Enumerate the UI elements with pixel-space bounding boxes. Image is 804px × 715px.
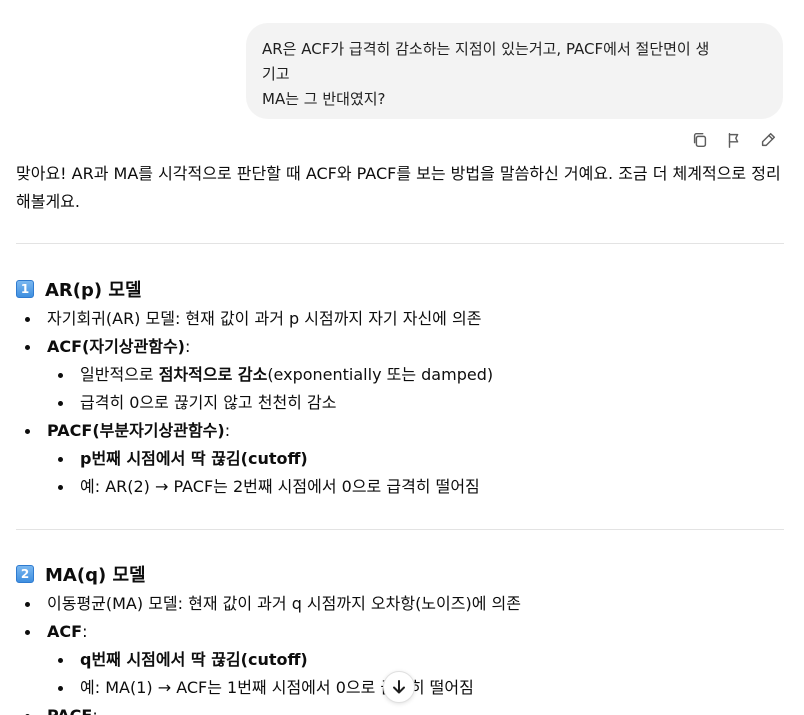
ar-section: 1 AR(p) 모델 자기회귀(AR) 모델: 현재 값이 과거 p 시점까지 … [16, 275, 784, 501]
ar-acf-item-text: 급격히 0으로 끊기지 않고 천천히 감소 [80, 393, 337, 412]
ar-definition: 자기회귀(AR) 모델: 현재 값이 과거 p 시점까지 자기 자신에 의존 [47, 309, 482, 328]
ma-pacf-label: PACF [47, 706, 92, 715]
ar-pacf-item-text: 예: AR(2) → PACF는 2번째 시점에서 0으로 급격히 떨어짐 [80, 477, 480, 496]
user-message-bubble: AR은 ACF가 급격히 감소하는 지점이 있는거고, PACF에서 절단면이 … [246, 23, 783, 119]
list-item: PACF: [16, 702, 784, 715]
ar-list: 자기회귀(AR) 모델: 현재 값이 과거 p 시점까지 자기 자신에 의존 A… [16, 305, 784, 501]
list-item: 일반적으로 점차적으로 감소(exponentially 또는 damped) [16, 361, 784, 389]
list-item: ACF: [16, 618, 784, 646]
flag-icon[interactable] [724, 130, 744, 150]
assistant-intro-text: 맞아요! AR과 MA를 시각적으로 판단할 때 ACF와 PACF를 보는 방… [16, 164, 781, 211]
list-item: ACF(자기상관함수): [16, 333, 784, 361]
list-item: PACF(부분자기상관함수): [16, 417, 784, 445]
arrow-down-icon [393, 680, 405, 694]
section-divider [16, 243, 784, 244]
list-item: 이동평균(MA) 모델: 현재 값이 과거 q 시점까지 오차항(노이즈)에 의… [16, 590, 784, 618]
ar-pacf-label: PACF(부분자기상관함수) [47, 421, 225, 440]
ar-acf-item-bold: 점차적으로 감소 [158, 365, 268, 384]
ar-pacf-item-bold: p번째 시점에서 딱 끊김(cutoff) [80, 449, 308, 468]
message-actions [690, 130, 778, 150]
colon: : [92, 706, 97, 715]
user-message-line: MA는 그 반대였지? [262, 90, 386, 108]
ma-definition: 이동평균(MA) 모델: 현재 값이 과거 q 시점까지 오차항(노이즈)에 의… [47, 594, 521, 613]
ma-section-title: MA(q) 모델 [45, 565, 146, 586]
ar-acf-label: ACF(자기상관함수) [47, 337, 185, 356]
ar-acf-item-text: (exponentially 또는 damped) [267, 365, 494, 384]
user-message-line: AR은 ACF가 급격히 감소하는 지점이 있는거고, PACF에서 절단면이 … [262, 40, 710, 58]
colon: : [185, 337, 191, 356]
copy-icon[interactable] [690, 130, 710, 150]
edit-icon[interactable] [758, 130, 778, 150]
ma-section-heading: 2 MA(q) 모델 [16, 560, 784, 588]
section-divider [16, 529, 784, 530]
assistant-intro: 맞아요! AR과 MA를 시각적으로 판단할 때 ACF와 PACF를 보는 방… [16, 160, 784, 216]
ma-acf-item-bold: q번째 시점에서 딱 끊김(cutoff) [80, 650, 308, 669]
list-item: 자기회귀(AR) 모델: 현재 값이 과거 p 시점까지 자기 자신에 의존 [16, 305, 784, 333]
user-message-line: 기고 [262, 65, 290, 83]
list-item: 예: AR(2) → PACF는 2번째 시점에서 0으로 급격히 떨어짐 [16, 473, 784, 501]
ma-acf-label: ACF [47, 622, 83, 641]
scroll-to-bottom-button[interactable] [383, 671, 415, 703]
ar-acf-item-text: 일반적으로 [80, 365, 159, 384]
list-item: q번째 시점에서 딱 끊김(cutoff) [16, 646, 784, 674]
list-item: 급격히 0으로 끊기지 않고 천천히 감소 [16, 389, 784, 417]
colon: : [82, 622, 88, 641]
list-item: p번째 시점에서 딱 끊김(cutoff) [16, 445, 784, 473]
ar-section-title: AR(p) 모델 [45, 280, 142, 301]
keycap-one-icon: 1 [16, 280, 34, 298]
ar-section-heading: 1 AR(p) 모델 [16, 275, 784, 303]
colon: : [224, 421, 231, 440]
keycap-two-icon: 2 [16, 565, 34, 583]
